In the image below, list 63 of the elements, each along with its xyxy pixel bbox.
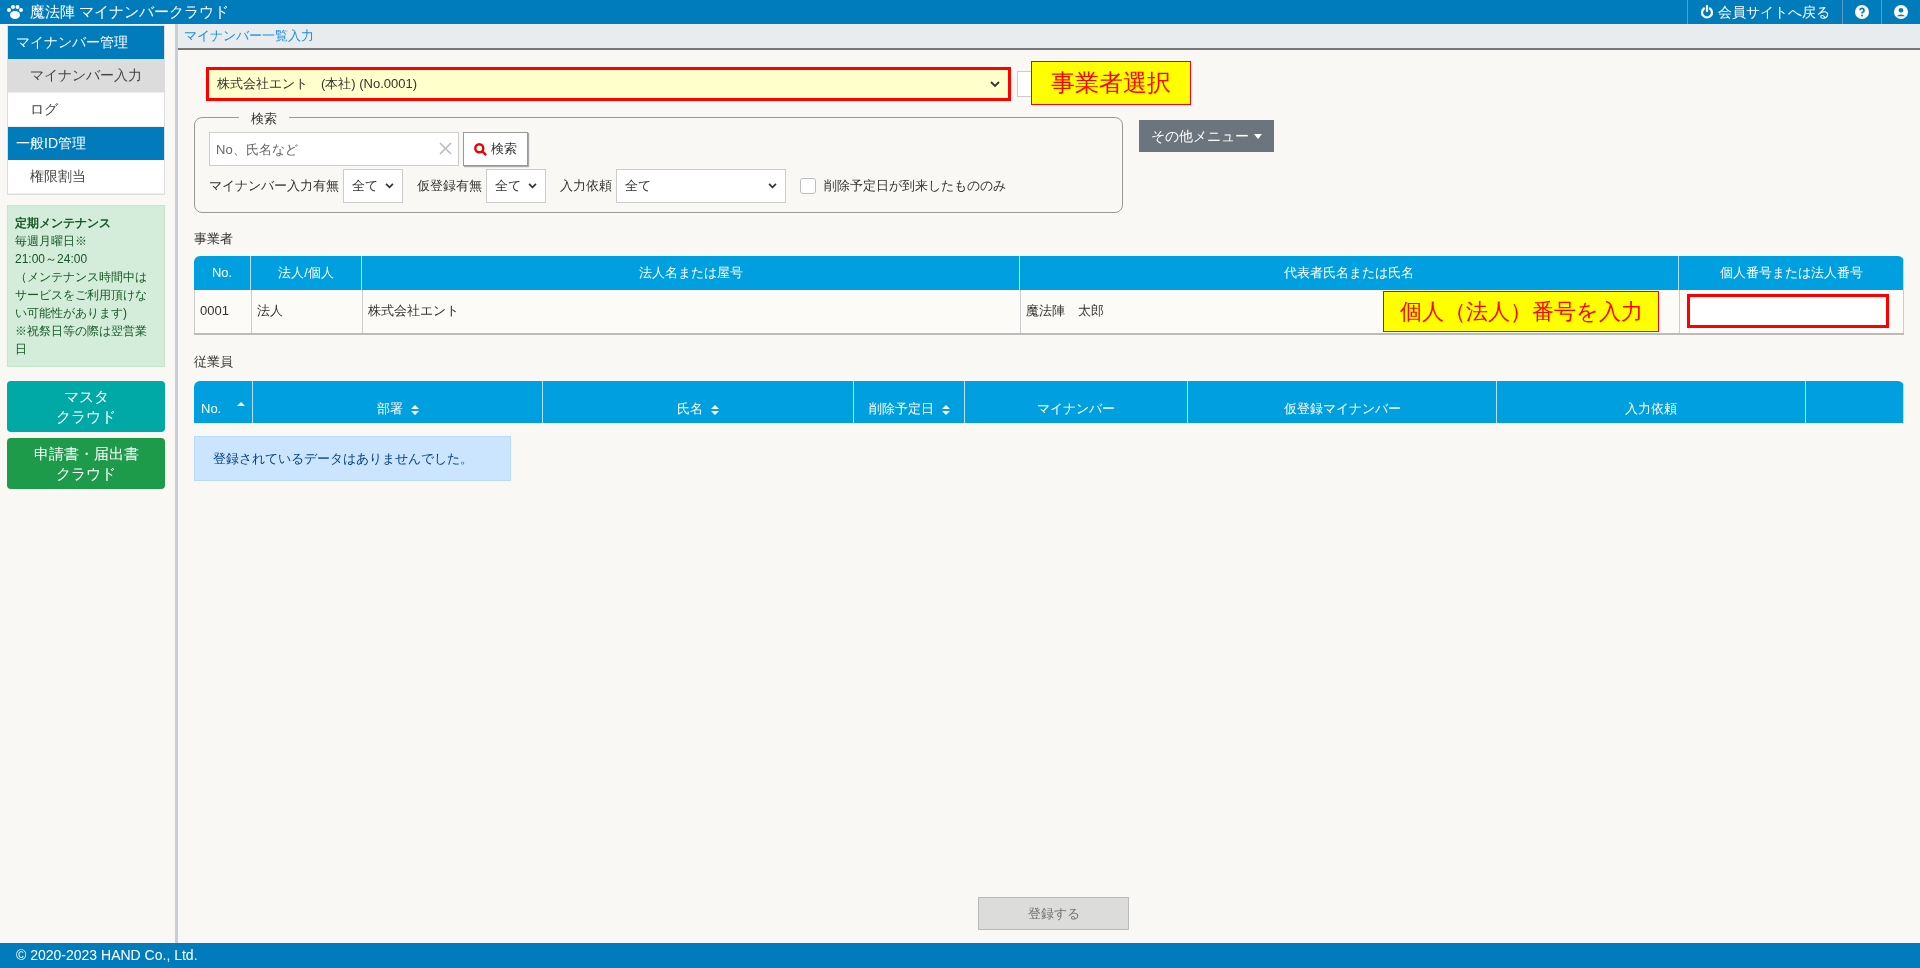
column-header[interactable]: 氏名	[677, 398, 703, 418]
paw-icon	[6, 4, 24, 20]
empty-data-alert: 登録されているデータはありませんでした。	[194, 436, 511, 481]
column-header: 個人番号または法人番号	[1679, 255, 1904, 290]
notice-text: （メンテナンス時間中はサービスをご利用頂けない可能性があります)	[15, 269, 148, 322]
caret-icon	[1254, 133, 1262, 139]
clear-icon[interactable]	[439, 142, 452, 155]
power-icon	[1700, 5, 1714, 19]
section-title: 従業員	[194, 352, 234, 371]
chevron-down-icon	[990, 80, 1000, 88]
filter-label: マイナンバー入力有無	[209, 177, 339, 196]
notice-text: 毎週月曜日※	[15, 233, 88, 250]
copyright-text: © 2020-2023 HAND Co., Ltd.	[16, 946, 198, 965]
callout-label: 事業者選択	[1031, 61, 1191, 105]
partly-hidden-button[interactable]	[1017, 71, 1031, 97]
company-select[interactable]: 株式会社エント (本社) (No.0001)	[206, 67, 1011, 101]
table-cell-text: 0001	[200, 302, 229, 321]
column-header[interactable]: 削除予定日	[868, 398, 934, 418]
filter-label: 仮登録有無	[417, 177, 482, 196]
sort-icon[interactable]	[711, 404, 719, 416]
menu-item[interactable]: マイナンバー入力	[8, 59, 164, 93]
help-icon	[1855, 5, 1869, 19]
filter-select[interactable]: 全て	[486, 169, 546, 203]
notice-title: 定期メンテナンス	[15, 215, 112, 232]
breadcrumb[interactable]: マイナンバー一覧入力	[184, 26, 314, 46]
user-icon	[1894, 5, 1908, 19]
column-header[interactable]: No.	[201, 398, 222, 418]
callout-label: 個人（法人）番号を入力	[1383, 290, 1659, 332]
column-header[interactable]: 部署	[376, 398, 403, 418]
filter-select[interactable]: 全て	[343, 169, 403, 203]
notice-text: 21:00～24:00	[15, 251, 89, 268]
table-cell-text: 魔法陣 太郎	[1026, 302, 1104, 321]
notice-text: ※祝祭日等の際は翌営業日	[15, 323, 148, 358]
table-cell-text: 株式会社エント	[368, 302, 459, 321]
table-cell-text: 法人	[257, 302, 283, 321]
column-header: 代表者氏名または氏名	[1020, 255, 1679, 290]
select-value: 株式会社エント (本社) (No.0001)	[217, 75, 418, 94]
checkbox[interactable]	[800, 178, 816, 194]
section-title: 事業者	[194, 230, 234, 248]
column-header: 入力依頼	[1625, 399, 1677, 418]
app-title: 魔法陣 マイナンバークラウド	[30, 1, 230, 22]
column-header: 仮登録マイナンバー	[1283, 399, 1401, 418]
chevron-down-icon	[385, 183, 394, 189]
menu-section-header: マイナンバー管理	[8, 26, 164, 59]
search-field[interactable]: No、氏名など	[209, 132, 459, 166]
checkbox-label: 削除予定日が到来したもののみ	[824, 177, 1006, 196]
sort-icon[interactable]	[410, 404, 419, 416]
filter-select[interactable]: 全て	[616, 169, 786, 203]
other-menu-dropdown[interactable]: その他メニュー	[1139, 120, 1274, 152]
column-header: 法人名または屋号	[362, 255, 1020, 290]
menu-section-header: 一般ID管理	[8, 127, 164, 160]
search-button[interactable]: 検索	[463, 132, 528, 166]
cloud-link-button[interactable]: 申請書・届出書 クラウド	[7, 438, 165, 489]
search-icon	[474, 142, 487, 156]
chevron-down-icon	[768, 183, 777, 189]
filter-label: 入力依頼	[560, 177, 612, 196]
sort-icon[interactable]	[941, 404, 950, 416]
column-header: マイナンバー	[1037, 399, 1115, 418]
chevron-down-icon	[528, 183, 537, 189]
column-header: 法人/個人	[251, 255, 362, 290]
number-input-field[interactable]	[1687, 294, 1889, 328]
column-header: No.	[194, 255, 251, 290]
cloud-link-button[interactable]: マスタ クラウド	[7, 381, 165, 432]
